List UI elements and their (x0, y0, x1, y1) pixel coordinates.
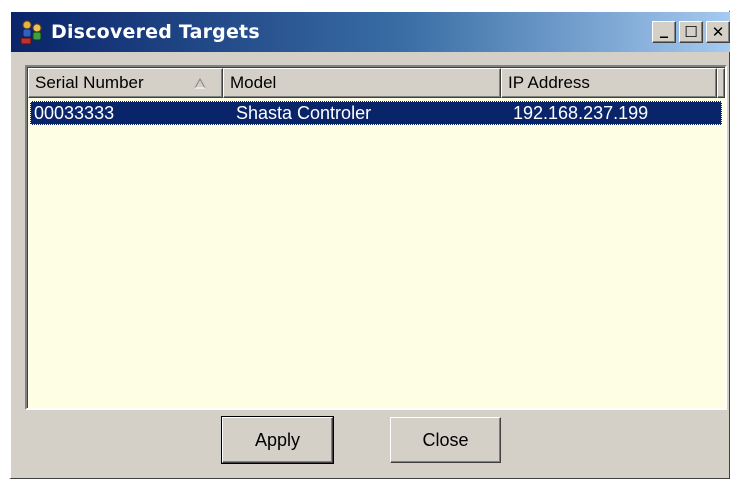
column-header-label: IP Address (508, 73, 590, 92)
column-header-serial-number[interactable]: Serial Number (28, 68, 223, 98)
close-window-button[interactable]: ✕ (706, 21, 730, 43)
list-header: Serial Number Model IP Address (28, 68, 725, 98)
title-bar[interactable]: Discovered Targets _ ☐ ✕ (11, 12, 730, 52)
cell-ip-address: 192.168.237.199 (513, 102, 649, 123)
maximize-icon: ☐ (684, 22, 698, 41)
discovered-targets-window: Discovered Targets _ ☐ ✕ Serial Number M… (9, 10, 730, 479)
cell-model: Shasta Controler (236, 102, 372, 123)
column-header-model[interactable]: Model (223, 68, 501, 98)
close-button[interactable]: Close (390, 417, 501, 463)
title-buttons: _ ☐ ✕ (652, 21, 730, 43)
minimize-icon: _ (660, 19, 668, 38)
minimize-button[interactable]: _ (652, 21, 676, 43)
column-header-ip-address[interactable]: IP Address (501, 68, 717, 98)
close-button-label: Close (422, 429, 469, 450)
table-row[interactable]: 00033333 Shasta Controler 192.168.237.19… (30, 101, 722, 125)
close-icon: ✕ (711, 22, 725, 41)
column-header-label: Serial Number (35, 73, 144, 92)
apply-button-label: Apply (254, 429, 301, 450)
targets-list[interactable]: Serial Number Model IP Address 00033333 … (25, 65, 727, 410)
maximize-button[interactable]: ☐ (679, 21, 703, 43)
targets-list-area: Serial Number Model IP Address 00033333 … (27, 67, 725, 408)
cell-serial-number: 00033333 (34, 102, 115, 123)
sort-ascending-icon (194, 77, 206, 89)
network-targets-icon (17, 19, 47, 45)
window-title: Discovered Targets (51, 21, 260, 43)
apply-button[interactable]: Apply (221, 416, 334, 464)
column-header-label: Model (230, 73, 277, 92)
column-header-filler (717, 68, 725, 98)
